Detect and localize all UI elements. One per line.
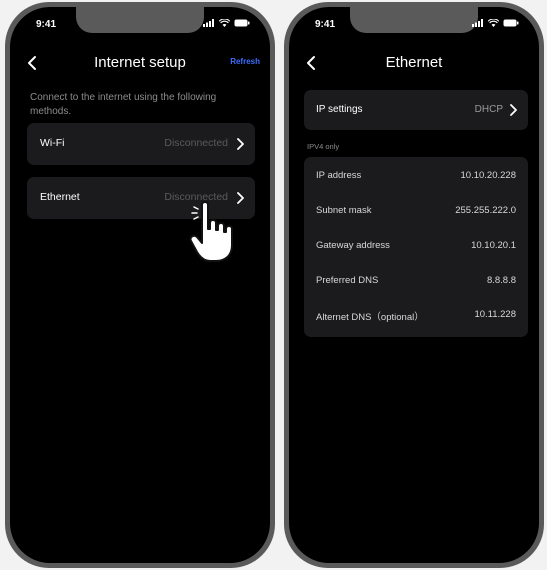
wifi-row-status: Disconnected [164, 137, 228, 149]
nav-bar: Ethernet [289, 45, 539, 81]
wifi-icon [488, 19, 499, 27]
detail-row-gateway-address: Gateway address 10.10.20.1 [304, 229, 528, 264]
detail-row-preferred-dns: Preferred DNS 8.8.8.8 [304, 264, 528, 299]
chevron-right-icon [237, 192, 244, 204]
status-time: 9:41 [36, 19, 57, 30]
mockup-stage: 9:41 Internet setup Refresh Connect to t… [0, 0, 547, 570]
detail-value: 10.10.20.1 [471, 240, 516, 251]
ethernet-row-label: Ethernet [40, 191, 80, 203]
detail-key: Alternet DNS（optional） [316, 312, 424, 323]
signal-icon [472, 19, 483, 27]
phone-frame-ethernet: 9:41 Ethernet IP settings DHCP IPV4 only [284, 2, 544, 568]
screen-ethernet: 9:41 Ethernet IP settings DHCP IPV4 only [289, 7, 539, 563]
battery-icon [503, 19, 519, 27]
detail-row-alternate-dns: Alternet DNS（optional） 10.11.228 [304, 298, 528, 333]
page-title: Ethernet [385, 54, 443, 71]
wifi-icon [219, 19, 230, 27]
wifi-row[interactable]: Wi-Fi Disconnected [27, 123, 255, 165]
detail-key: Gateway address [316, 240, 390, 251]
status-bar: 9:41 [289, 19, 539, 33]
detail-row-ip-address: IP address 10.10.20.228 [304, 159, 528, 194]
ip-settings-label: IP settings [316, 104, 363, 115]
detail-value: 10.10.20.228 [460, 170, 516, 181]
detail-value: 10.11.228 [474, 309, 516, 320]
phone-frame-internet-setup: 9:41 Internet setup Refresh Connect to t… [5, 2, 275, 568]
screen-internet-setup: 9:41 Internet setup Refresh Connect to t… [10, 7, 270, 563]
wifi-row-label: Wi-Fi [40, 137, 65, 149]
status-icons [203, 19, 250, 27]
detail-key: IP address [316, 170, 362, 181]
nav-bar: Internet setup Refresh [10, 45, 270, 81]
status-bar: 9:41 [10, 19, 270, 33]
detail-row-subnet-mask: Subnet mask 255.255.222.0 [304, 194, 528, 229]
signal-icon [203, 19, 214, 27]
detail-value: 255.255.222.0 [455, 205, 516, 216]
section-label-ipv4: IPV4 only [307, 142, 340, 151]
chevron-right-icon [510, 104, 517, 116]
status-icons [472, 19, 519, 27]
detail-key: Preferred DNS [316, 275, 379, 286]
detail-value: 8.8.8.8 [486, 275, 516, 286]
tap-hand-icon [189, 201, 233, 262]
detail-key: Subnet mask [316, 205, 372, 216]
battery-icon [234, 19, 250, 27]
ipv4-details-card: IP address 10.10.20.228 Subnet mask 255.… [304, 157, 528, 337]
status-time: 9:41 [315, 19, 336, 30]
ip-settings-value: DHCP [474, 104, 503, 115]
setup-description: Connect to the internet using the follow… [30, 92, 217, 117]
chevron-right-icon [237, 138, 244, 150]
ip-settings-row[interactable]: IP settings DHCP [304, 90, 528, 130]
refresh-button[interactable]: Refresh [230, 57, 260, 66]
